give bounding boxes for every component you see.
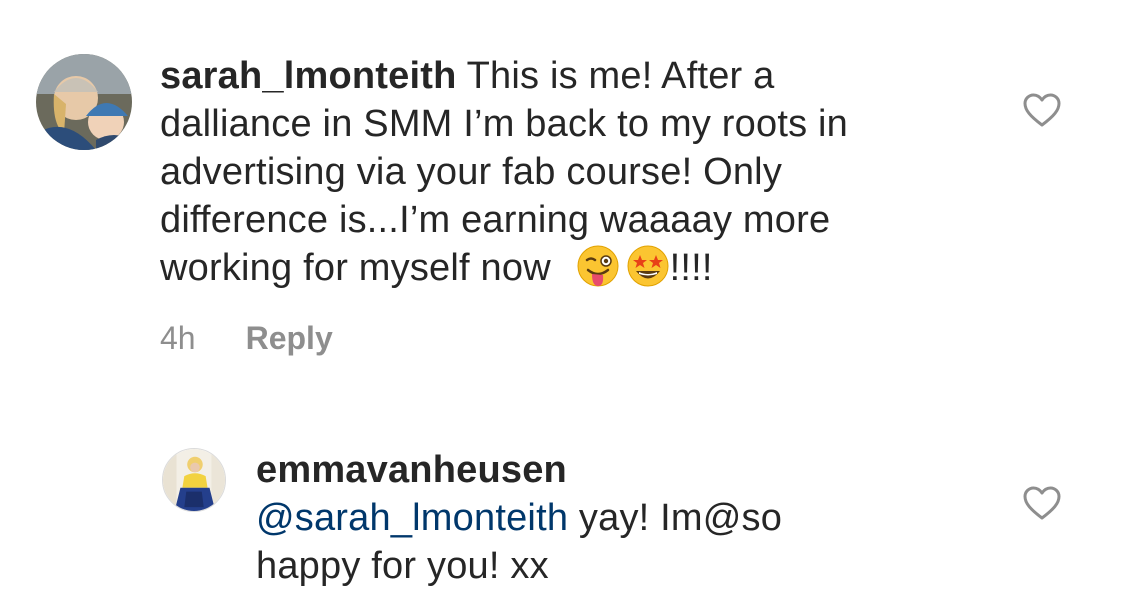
reply-body: emmavanheusen @sarah_lmonteith yay! Im@s…	[256, 446, 976, 590]
comment-text-line: yay! Im@so	[568, 497, 783, 539]
comment-username[interactable]: sarah_lmonteith	[160, 55, 457, 97]
comment-body: sarah_lmonteith This is me! After a dall…	[160, 52, 980, 292]
comment-text-line: difference is...I’m earning waaaay more	[160, 199, 831, 241]
comment-meta: 4h Reply	[160, 318, 333, 358]
comment-text-suffix: !!!!	[669, 247, 713, 289]
comment-text-line: working for myself now	[160, 247, 551, 289]
comment-text-line: happy for you! xx	[256, 545, 549, 587]
reply-button[interactable]: Reply	[246, 320, 333, 356]
heart-icon[interactable]	[1022, 485, 1062, 521]
comment-text-line: This is me! After a	[466, 55, 775, 97]
avatar-photo-icon	[163, 449, 225, 511]
comment-text-line: dalliance in SMM I’m back to my roots in	[160, 103, 849, 145]
avatar[interactable]	[162, 448, 226, 512]
avatar[interactable]	[36, 54, 132, 150]
star-struck-icon	[626, 244, 670, 288]
winking-face-with-tongue-icon	[576, 244, 620, 288]
comment-timestamp: 4h	[160, 320, 196, 356]
comment-text-line: advertising via your fab course! Only	[160, 151, 783, 193]
comment-username[interactable]: emmavanheusen	[256, 446, 976, 494]
heart-icon[interactable]	[1022, 92, 1062, 128]
mention-link[interactable]: @sarah_lmonteith	[256, 497, 568, 539]
avatar-photo-icon	[36, 54, 132, 150]
